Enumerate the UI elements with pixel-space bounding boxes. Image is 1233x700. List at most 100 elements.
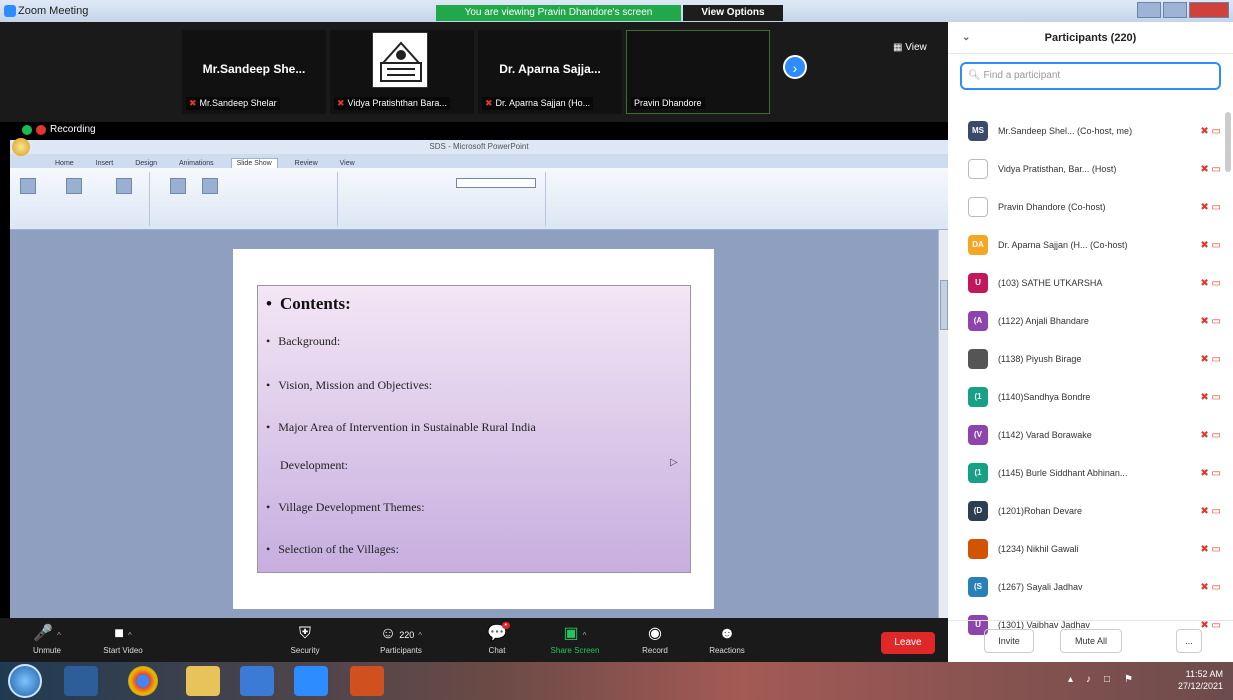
participant-row[interactable]: U (103) SATHE UTKARSHA ✖ ▭	[948, 264, 1223, 302]
tab-slide-show[interactable]: Slide Show	[230, 158, 278, 168]
zoom-taskbar-icon[interactable]	[294, 666, 328, 696]
minimize-button[interactable]	[1137, 2, 1161, 18]
participant-row[interactable]: (A (1122) Anjali Bhandare ✖ ▭	[948, 302, 1223, 340]
participant-name: (1138) Piyush Birage	[998, 354, 1082, 364]
maximize-button[interactable]	[1163, 2, 1187, 18]
video-tile[interactable]: ✖ Vidya Pratishthan Bara...	[330, 30, 474, 114]
reactions-icon: ☻	[718, 625, 736, 642]
participant-row[interactable]: Pravin Dhandore (Co-host) ✖ ▭	[948, 188, 1223, 226]
tile-label: ✖ Mr.Sandeep Shelar	[186, 97, 280, 110]
avatar: (S	[968, 577, 988, 597]
unmute-button[interactable]: 🎤 ^ Unmute	[12, 624, 82, 655]
mic-muted-icon: ✖	[337, 98, 345, 108]
mic-muted-icon: ✖	[485, 98, 493, 108]
recording-indicator: Recording	[22, 124, 96, 135]
clock[interactable]: 11:52 AM 27/12/2021	[1178, 668, 1223, 692]
participant-row[interactable]: Vidya Pratisthan, Bar... (Host) ✖ ▭	[948, 150, 1223, 188]
file-explorer-icon[interactable]	[186, 666, 220, 696]
start-video-button[interactable]: ■ ^ Start Video	[88, 624, 158, 655]
participant-search-input[interactable]: 🔍︎ Find a participant	[960, 62, 1221, 90]
mic-video-muted-icon: ✖ ▭	[1200, 353, 1221, 365]
chat-unread-badge: •	[501, 622, 510, 629]
panel-scrollbar[interactable]	[1225, 112, 1231, 172]
from-beginning-icon[interactable]	[20, 178, 36, 194]
resolution-dropdown[interactable]	[456, 178, 536, 188]
more-options-button[interactable]: ...	[1176, 629, 1202, 653]
tab-review[interactable]: Review	[290, 159, 323, 168]
flag-icon[interactable]: ⚑	[1124, 674, 1133, 685]
security-button[interactable]: ⛨ Security	[270, 624, 340, 655]
media-player-icon[interactable]	[64, 666, 98, 696]
participant-name: (1140)Sandhya Bondre	[998, 392, 1091, 402]
avatar: (D	[968, 501, 988, 521]
window-controls	[1137, 2, 1229, 18]
tab-design[interactable]: Design	[130, 159, 162, 168]
volume-icon[interactable]: ♪	[1086, 674, 1091, 685]
invite-button[interactable]: Invite	[984, 629, 1034, 653]
slide-bullet-continuation: Development:	[280, 458, 348, 472]
office-button-icon[interactable]	[12, 138, 30, 156]
video-tile-active-speaker[interactable]: Pravin Dhandore	[626, 30, 770, 114]
reactions-button[interactable]: ☻ Reactions	[692, 624, 762, 655]
record-icon	[36, 124, 46, 135]
next-page-button[interactable]: ›	[783, 55, 807, 79]
chrome-icon[interactable]	[128, 666, 158, 696]
powerpoint-taskbar-icon[interactable]	[350, 666, 384, 696]
participant-row[interactable]: (1234) Nikhil Gawali ✖ ▭	[948, 530, 1223, 568]
video-tile[interactable]: Dr. Aparna Sajja... ✖ Dr. Aparna Sajjan (…	[478, 30, 622, 114]
participant-row[interactable]: MS Mr.Sandeep Shel... (Co-host, me) ✖ ▭	[948, 112, 1223, 150]
start-button[interactable]	[8, 664, 42, 698]
participant-row[interactable]: (1138) Piyush Birage ✖ ▭	[948, 340, 1223, 378]
participants-button[interactable]: ☺ 220 ^ Participants	[366, 624, 436, 655]
panel-header: ⌄ Participants (220)	[948, 22, 1233, 54]
participant-row[interactable]: (S (1267) Sayali Jadhav ✖ ▭	[948, 568, 1223, 606]
participant-row[interactable]: (1 (1140)Sandhya Bondre ✖ ▭	[948, 378, 1223, 416]
tray-expand-icon[interactable]: ▴	[1068, 674, 1073, 685]
hide-slide-icon[interactable]	[202, 178, 218, 194]
participant-row[interactable]: (1 (1145) Burle Siddhant Abhinan... ✖ ▭	[948, 454, 1223, 492]
tab-insert[interactable]: Insert	[91, 159, 119, 168]
ribbon-group-setup	[158, 172, 338, 226]
record-button[interactable]: ◉ Record	[620, 624, 690, 655]
participant-row[interactable]: (V (1142) Varad Borawake ✖ ▭	[948, 416, 1223, 454]
avatar: DA	[968, 235, 988, 255]
participant-row[interactable]: DA Dr. Aparna Sajjan (H... (Co-host) ✖ ▭	[948, 226, 1223, 264]
tile-name: Mr.Sandeep She...	[202, 62, 306, 76]
mic-video-muted-icon: ✖ ▭	[1200, 467, 1221, 479]
ribbon-group-start-slideshow	[10, 172, 150, 226]
ribbon	[10, 168, 948, 230]
tab-animations[interactable]: Animations	[174, 159, 219, 168]
tab-view[interactable]: View	[335, 159, 360, 168]
video-tile[interactable]: Mr.Sandeep She... ✖ Mr.Sandeep Shelar	[182, 30, 326, 114]
mic-video-muted-icon: ✖ ▭	[1200, 125, 1221, 137]
avatar	[968, 539, 988, 559]
slide: • Contents: • Background: • Vision, Mission…	[233, 249, 714, 609]
view-button[interactable]: ▦ View	[893, 42, 927, 53]
chat-button[interactable]: 💬 • Chat	[462, 622, 532, 655]
scrollbar-thumb[interactable]	[940, 280, 948, 330]
leave-button[interactable]: Leave	[881, 632, 935, 654]
taskbar-app-icon[interactable]	[240, 666, 274, 696]
slide-bullet: • Selection of the Villages:	[266, 542, 399, 556]
avatar	[968, 349, 988, 369]
close-button[interactable]	[1189, 2, 1229, 18]
avatar: (1	[968, 463, 988, 483]
custom-slide-show-icon[interactable]	[116, 178, 132, 194]
vertical-scrollbar[interactable]	[938, 230, 948, 618]
participant-name: (1122) Anjali Bhandare	[998, 316, 1089, 326]
avatar: (1	[968, 387, 988, 407]
from-current-slide-icon[interactable]	[66, 178, 82, 194]
chevron-down-icon[interactable]: ⌄	[962, 22, 970, 54]
avatar: MS	[968, 121, 988, 141]
slide-bullet: • Village Development Themes:	[266, 500, 425, 514]
share-screen-button[interactable]: ▣ ^ Share Screen	[540, 624, 610, 655]
avatar: (A	[968, 311, 988, 331]
tab-home[interactable]: Home	[50, 159, 79, 168]
mute-all-button[interactable]: Mute All	[1060, 629, 1122, 653]
network-icon[interactable]: □	[1104, 674, 1110, 685]
setup-slide-show-icon[interactable]	[170, 178, 186, 194]
participant-row[interactable]: (D (1201)Rohan Devare ✖ ▭	[948, 492, 1223, 530]
tile-label: Pravin Dhandore	[631, 97, 705, 109]
video-strip: Mr.Sandeep She... ✖ Mr.Sandeep Shelar ✖ Vi…	[0, 22, 948, 122]
view-options-button[interactable]: View Options	[683, 5, 783, 21]
